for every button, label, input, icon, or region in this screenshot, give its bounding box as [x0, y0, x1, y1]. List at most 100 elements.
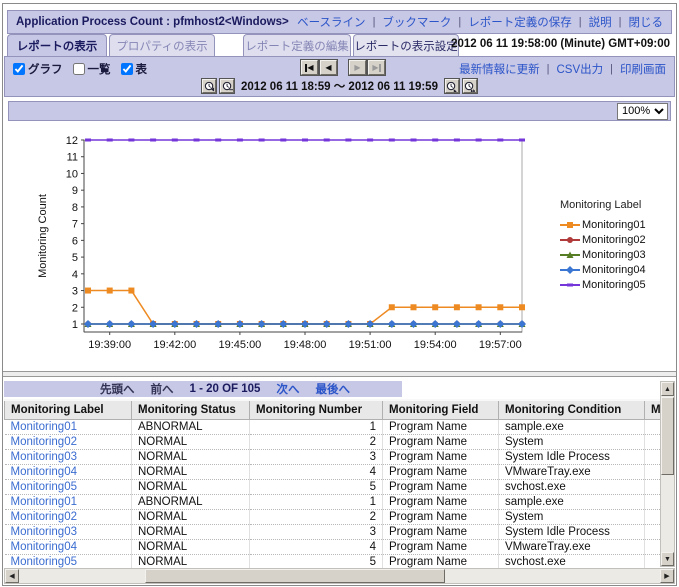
- graph-checkbox[interactable]: [13, 63, 25, 75]
- save-report-definition-link[interactable]: レポート定義の保存: [468, 14, 572, 30]
- help-link[interactable]: 説明: [589, 14, 612, 30]
- screen: Application Process Count : pfmhost2<Win…: [0, 0, 679, 587]
- table-horizontal-scrollbar[interactable]: ◀ ▶: [4, 568, 675, 584]
- refresh-link[interactable]: 最新情報に更新: [459, 61, 540, 77]
- time-range-text: 2012 06 11 18:59 ～ 2012 06 11 19:59: [241, 78, 438, 94]
- monitoring-number-cell: 2: [250, 434, 383, 449]
- tab-report-definition-edit[interactable]: レポート定義の編集: [243, 34, 351, 56]
- list-checkbox[interactable]: [73, 63, 85, 75]
- monitoring-label-cell: Monitoring03: [5, 449, 132, 464]
- monitoring-label-link[interactable]: Monitoring04: [11, 466, 77, 478]
- tab-property-view[interactable]: プロパティの表示: [109, 34, 215, 56]
- svg-text:19:48:00: 19:48:00: [284, 339, 327, 351]
- monitoring-label-link[interactable]: Monitoring05: [11, 556, 77, 568]
- legend-entry: Monitoring01: [560, 217, 646, 232]
- horizontal-scroll-thumb[interactable]: [145, 569, 445, 583]
- monitoring-label-link[interactable]: Monitoring01: [11, 421, 77, 433]
- table-row: Monitoring03NORMAL3Program NameSystem Id…: [5, 524, 661, 539]
- monitoring-condition-cell: System: [499, 434, 645, 449]
- table-scroll-area: Monitoring Label Monitoring Status Monit…: [4, 399, 660, 570]
- scroll-down-button[interactable]: ▼: [661, 552, 674, 566]
- monitoring-label-link[interactable]: Monitoring02: [11, 436, 77, 448]
- monitoring-condition-cell: System: [499, 509, 645, 524]
- monitoring-label-link[interactable]: Monitoring03: [11, 451, 77, 463]
- separator: |: [458, 16, 461, 28]
- svg-text:19:57:00: 19:57:00: [479, 339, 522, 351]
- monitoring-condition-cell: svchost.exe: [499, 554, 645, 569]
- monitoring-field-cell: Program Name: [383, 434, 499, 449]
- monitoring-label-cell: Monitoring04: [5, 464, 132, 479]
- monitoring-label-link[interactable]: Monitoring01: [11, 496, 77, 508]
- table-row: Monitoring05NORMAL5Program Namesvchost.e…: [5, 554, 661, 569]
- monitoring-label-link[interactable]: Monitoring05: [11, 481, 77, 493]
- report-timestamp: 2012 06 11 19:58:00 (Minute) GMT+09:00: [451, 38, 670, 50]
- scroll-up-button[interactable]: ▲: [661, 382, 674, 396]
- range-jump-start-button[interactable]: [202, 79, 216, 93]
- scroll-left-button[interactable]: ◀: [5, 569, 19, 583]
- truncated-cell: [645, 494, 661, 509]
- monitoring-label-cell: Monitoring05: [5, 554, 132, 569]
- svg-text:19:51:00: 19:51:00: [349, 339, 392, 351]
- bookmark-link[interactable]: ブックマーク: [382, 14, 451, 30]
- range-jump-start-icon: [204, 81, 215, 92]
- truncated-cell: [645, 539, 661, 554]
- monitoring-status-cell: NORMAL: [132, 554, 250, 569]
- scroll-right-button[interactable]: ▶: [660, 569, 674, 583]
- csv-export-link[interactable]: CSV出力: [556, 61, 603, 77]
- legend-marker-icon: [560, 220, 580, 230]
- last-page-button[interactable]: ▶: [368, 60, 385, 75]
- vertical-scroll-thumb[interactable]: [661, 397, 674, 475]
- table-checkbox[interactable]: [121, 63, 133, 75]
- svg-text:19:45:00: 19:45:00: [218, 339, 261, 351]
- separator: |: [610, 63, 613, 75]
- monitoring-condition-cell: System Idle Process: [499, 524, 645, 539]
- table-row: Monitoring04NORMAL4Program NameVMwareTra…: [5, 539, 661, 554]
- monitoring-status-cell: NORMAL: [132, 449, 250, 464]
- svg-text:5: 5: [72, 252, 78, 264]
- tab-report-display-settings[interactable]: レポートの表示設定: [353, 34, 459, 56]
- range-jump-end-button[interactable]: [463, 79, 477, 93]
- next-page-button[interactable]: ▶: [349, 60, 366, 75]
- separator: |: [579, 16, 582, 28]
- monitoring-status-cell: ABNORMAL: [132, 419, 250, 434]
- range-step-forward-icon: [446, 81, 457, 92]
- svg-text:2: 2: [72, 302, 78, 314]
- close-link[interactable]: 閉じる: [629, 14, 664, 30]
- range-jump-end-icon: [464, 81, 475, 92]
- monitoring-label-link[interactable]: Monitoring03: [11, 526, 77, 538]
- table-vertical-scrollbar[interactable]: ▲ ▼: [660, 381, 675, 567]
- svg-text:7: 7: [72, 219, 78, 231]
- chart-zoom-select[interactable]: 100%: [617, 103, 668, 120]
- range-step-forward-button[interactable]: [445, 79, 459, 93]
- legend-entry: Monitoring02: [560, 232, 646, 247]
- tab-report-view[interactable]: レポートの表示: [7, 34, 107, 56]
- list-checkbox-text: 一覧: [88, 61, 111, 77]
- pagination-last[interactable]: 最後へ: [315, 381, 350, 397]
- line-chart: 12345678910111219:39:0019:42:0019:45:001…: [4, 121, 549, 359]
- print-view-link[interactable]: 印刷画面: [620, 61, 666, 77]
- svg-text:8: 8: [72, 202, 78, 214]
- chart-legend: Monitoring Label Monitoring01Monitoring0…: [560, 199, 646, 292]
- monitoring-number-cell: 1: [250, 419, 383, 434]
- monitoring-condition-cell: svchost.exe: [499, 479, 645, 494]
- monitoring-label-cell: Monitoring02: [5, 509, 132, 524]
- baseline-link[interactable]: ベースライン: [297, 14, 365, 30]
- pagination-first[interactable]: 先頭へ: [100, 381, 135, 397]
- monitoring-status-cell: NORMAL: [132, 479, 250, 494]
- pagination-next[interactable]: 次へ: [276, 381, 299, 397]
- pagination-prev[interactable]: 前へ: [151, 381, 174, 397]
- monitoring-label-link[interactable]: Monitoring04: [11, 541, 77, 553]
- monitoring-table: Monitoring Label Monitoring Status Monit…: [4, 399, 660, 570]
- table-row: Monitoring02NORMAL2Program NameSystem: [5, 434, 661, 449]
- monitoring-number-cell: 4: [250, 464, 383, 479]
- monitoring-field-cell: Program Name: [383, 464, 499, 479]
- prev-page-button[interactable]: ◀: [320, 60, 337, 75]
- report-title: Application Process Count : pfmhost2<Win…: [16, 16, 289, 28]
- svg-text:19:42:00: 19:42:00: [153, 339, 196, 351]
- separator: |: [619, 16, 622, 28]
- range-step-back-button[interactable]: [220, 79, 234, 93]
- monitoring-label-link[interactable]: Monitoring02: [11, 511, 77, 523]
- truncated-cell: [645, 464, 661, 479]
- monitoring-condition-cell: sample.exe: [499, 419, 645, 434]
- first-page-button[interactable]: ◀: [301, 60, 318, 75]
